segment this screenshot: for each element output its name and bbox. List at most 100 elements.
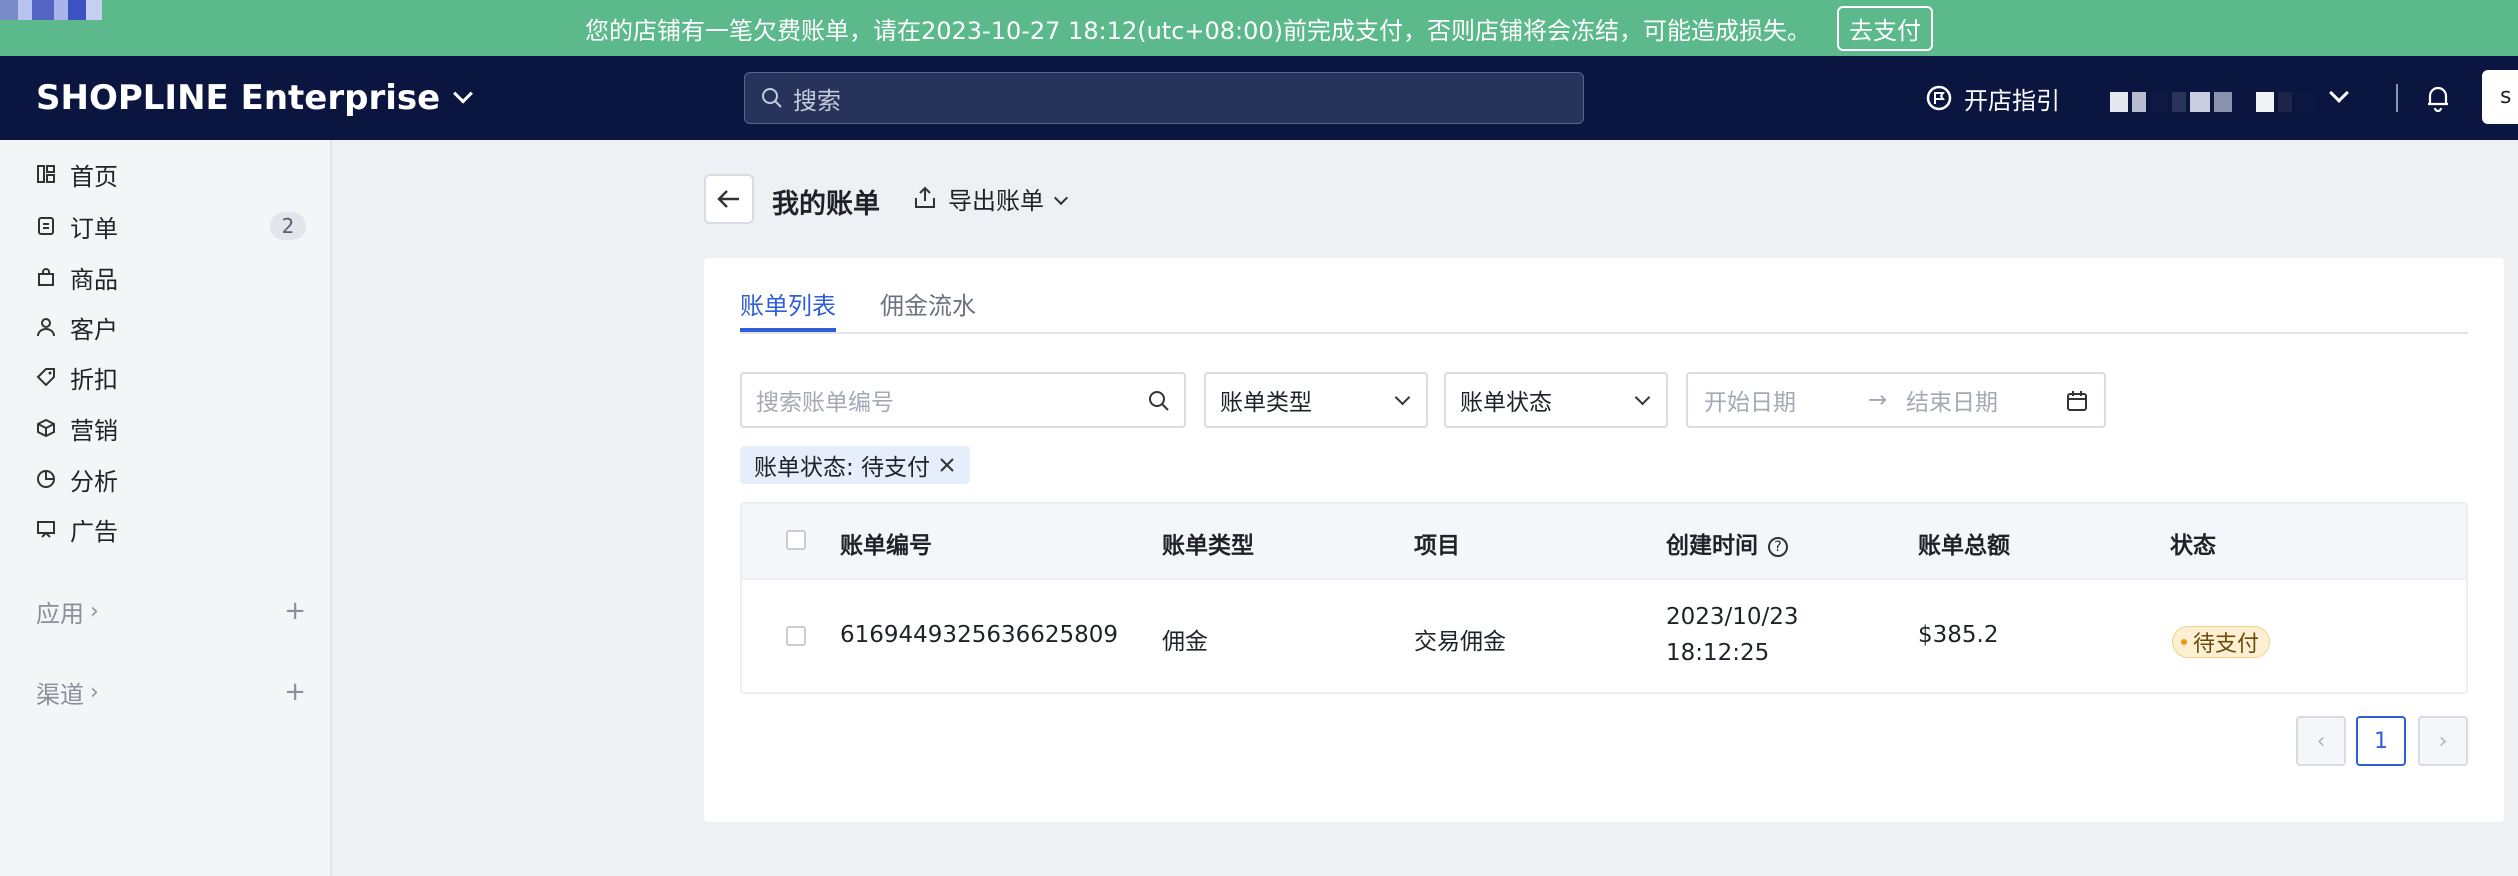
bills-card: 账单列表 佣金流水 搜索账单编号 账单类型 账单状态 开始日期 → 结束日期 账…	[704, 258, 2504, 822]
sidebar-item-products[interactable]: 商品	[36, 257, 306, 297]
status-label: 待支付	[2193, 632, 2260, 657]
chevron-down-icon	[1634, 389, 1651, 406]
select-value: 账单状态	[1460, 390, 1552, 416]
back-button[interactable]	[704, 174, 754, 224]
guide-label: 开店指引	[1964, 86, 2060, 115]
column-header-amount: 账单总额	[1918, 533, 2010, 559]
sidebar-item-ads[interactable]: 广告	[36, 509, 306, 549]
bell-icon[interactable]	[2426, 84, 2450, 112]
sidebar-item-home[interactable]: 首页	[36, 154, 306, 194]
notice-banner: 您的店铺有一笔欠费账单，请在2023-10-27 18:12(utc+08:00…	[0, 0, 2518, 56]
group-label: 渠道	[36, 680, 84, 709]
pay-now-button[interactable]: 去支付	[1837, 5, 1934, 51]
select-value: 账单类型	[1220, 390, 1312, 416]
arrow-right-icon: →	[1868, 387, 1888, 413]
sidebar-item-orders[interactable]: 订单 2	[36, 206, 306, 246]
start-date-placeholder[interactable]: 开始日期	[1704, 383, 1796, 417]
search-icon	[762, 88, 782, 108]
bill-status-select[interactable]: 账单状态	[1444, 372, 1668, 428]
blurred-logo	[0, 0, 112, 20]
amount-cell: $385.2	[1918, 622, 1999, 648]
bill-number-cell: 6169449325636625809	[840, 622, 1119, 648]
chevron-down-icon	[1394, 389, 1411, 406]
store-guide-link[interactable]: 开店指引	[1926, 56, 2060, 140]
chevron-right-icon: ›	[90, 598, 99, 624]
brand-logo: SHOPLINE Enterprise	[36, 78, 441, 118]
column-header-status: 状态	[2170, 533, 2216, 559]
global-search-input[interactable]: 搜索	[744, 72, 1584, 124]
order-icon	[38, 217, 54, 235]
export-icon	[915, 186, 935, 208]
sidebar-item-customers[interactable]: 客户	[36, 307, 306, 347]
search-icon	[1149, 391, 1169, 411]
row-checkbox[interactable]	[786, 626, 806, 646]
created-date-cell: 2023/10/23	[1666, 604, 1799, 630]
active-tab-indicator	[740, 328, 836, 332]
sidebar-item-label: 营销	[70, 416, 118, 445]
tab-commission-flow[interactable]: 佣金流水	[880, 286, 976, 321]
active-filter-chip: 账单状态: 待支付	[740, 446, 971, 484]
help-icon[interactable]: ?	[1768, 536, 1788, 557]
export-label: 导出账单	[948, 186, 1044, 215]
tabs-divider	[740, 332, 2468, 334]
column-header-item: 项目	[1414, 533, 1460, 559]
sidebar-item-marketing[interactable]: 营销	[36, 408, 306, 448]
tab-bill-list[interactable]: 账单列表	[740, 286, 836, 321]
top-bar: SHOPLINE Enterprise 搜索 开店指引 s	[0, 56, 2518, 140]
profile-button[interactable]: s	[2482, 70, 2518, 124]
sidebar-group-apps[interactable]: 应用 › +	[36, 591, 306, 631]
pie-icon	[37, 470, 55, 488]
column-header-label: 创建时间	[1666, 533, 1758, 559]
sidebar-item-label: 客户	[70, 315, 118, 344]
cube-icon	[37, 418, 55, 438]
bill-number-search-input[interactable]: 搜索账单编号	[740, 372, 1186, 428]
item-cell: 交易佣金	[1414, 629, 1506, 655]
bill-type-cell: 佣金	[1162, 629, 1208, 655]
sidebar-item-discounts[interactable]: 折扣	[36, 357, 306, 397]
sidebar-item-label: 订单	[70, 214, 118, 243]
calendar-icon	[2067, 391, 2087, 411]
created-time-cell: 18:12:25	[1666, 640, 1770, 666]
chevron-down-icon	[453, 83, 474, 104]
pagination-next-button[interactable]: ›	[2418, 716, 2468, 766]
end-date-placeholder[interactable]: 结束日期	[1906, 383, 1998, 417]
add-channel-button[interactable]: +	[284, 677, 306, 707]
sidebar-item-analytics[interactable]: 分析	[36, 459, 306, 499]
sidebar-group-channels[interactable]: 渠道 › +	[36, 672, 306, 712]
status-badge: 待支付	[2172, 626, 2271, 658]
order-count-badge: 2	[270, 212, 306, 240]
sidebar-item-label: 首页	[70, 162, 118, 191]
page-title: 我的账单	[772, 189, 880, 220]
tag-icon	[36, 368, 55, 387]
group-label: 应用	[36, 599, 84, 628]
close-icon[interactable]	[938, 456, 956, 474]
add-app-button[interactable]: +	[284, 596, 306, 626]
sidebar-item-label: 分析	[70, 467, 118, 496]
pagination-prev-button[interactable]: ‹	[2296, 716, 2346, 766]
store-switcher[interactable]: SHOPLINE Enterprise	[36, 56, 474, 140]
select-all-checkbox[interactable]	[786, 530, 806, 550]
account-menu[interactable]	[2110, 92, 2314, 112]
banner-message: 您的店铺有一笔欠费账单，请在2023-10-27 18:12(utc+08:00…	[584, 16, 1812, 45]
pagination-page-1[interactable]: 1	[2356, 716, 2406, 766]
user-icon	[37, 318, 55, 337]
sidebar: 首页 订单 2 商品 客户 折扣 营销 分析 广告 应用 › + 渠道 › +	[0, 140, 332, 876]
export-bills-button[interactable]: 导出账单	[912, 178, 1069, 218]
arrow-left-icon	[717, 190, 739, 208]
ad-icon	[37, 521, 55, 538]
bills-table: 账单编号 账单类型 项目 创建时间? 账单总额 状态 6169449325636…	[740, 502, 2468, 694]
bill-type-select[interactable]: 账单类型	[1204, 372, 1428, 428]
sidebar-item-label: 广告	[70, 517, 118, 546]
flag-icon	[1926, 85, 1952, 111]
chip-label: 账单状态: 待支付	[754, 455, 931, 481]
column-header-bill-type: 账单类型	[1162, 533, 1254, 559]
sidebar-item-label: 商品	[70, 265, 118, 294]
bag-icon	[38, 268, 54, 286]
dashboard-icon	[37, 165, 55, 183]
chevron-down-icon	[1053, 190, 1069, 206]
divider	[2396, 84, 2398, 112]
search-placeholder: 搜索	[793, 86, 841, 115]
date-range-picker[interactable]: 开始日期 → 结束日期	[1686, 372, 2106, 428]
table-header: 账单编号 账单类型 项目 创建时间? 账单总额 状态	[742, 504, 2466, 580]
chevron-down-icon[interactable]	[2329, 83, 2349, 103]
